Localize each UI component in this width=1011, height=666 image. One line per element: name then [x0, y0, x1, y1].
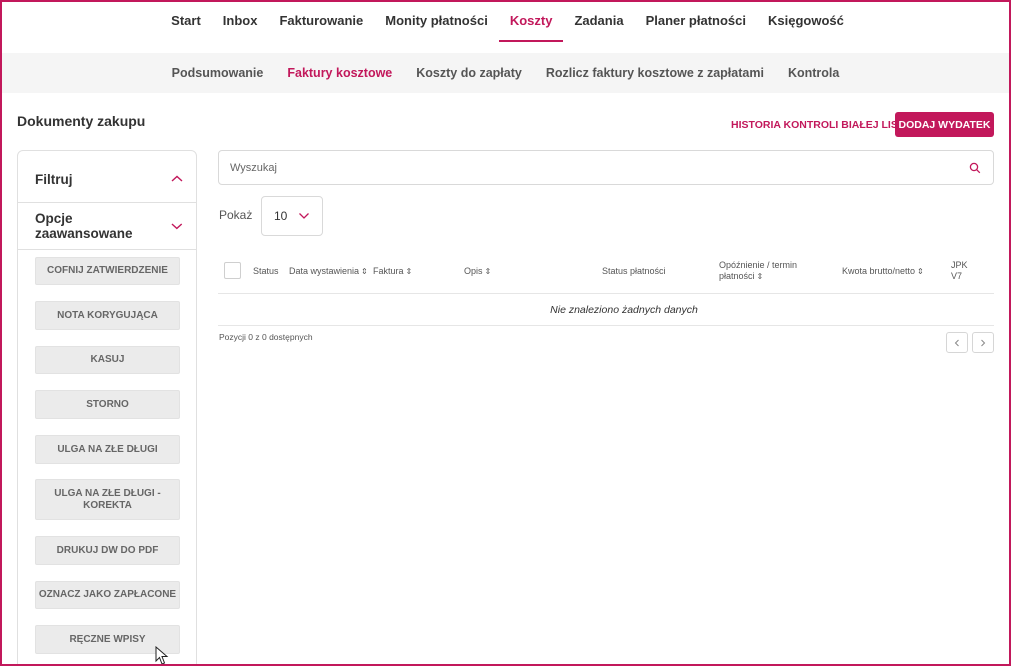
prev-page-button[interactable] — [946, 332, 968, 353]
column-description[interactable]: Opis ⇕ — [464, 266, 491, 277]
undo-approval-button[interactable]: COFNIJ ZATWIERDZENIE — [35, 257, 180, 285]
top-nav-start[interactable]: Start — [160, 2, 212, 40]
column-invoice[interactable]: Faktura ⇕ — [373, 266, 412, 277]
top-nav-inbox[interactable]: Inbox — [212, 2, 269, 40]
select-all-checkbox[interactable] — [224, 262, 241, 279]
top-nav-zadania[interactable]: Zadania — [563, 2, 634, 40]
chevron-down-icon — [299, 213, 309, 219]
chevron-right-icon — [981, 339, 986, 346]
add-expense-button[interactable]: DODAJ WYDATEK — [895, 112, 994, 137]
top-nav-monity-platnosci[interactable]: Monity płatności — [374, 2, 499, 40]
search-icon[interactable] — [969, 162, 981, 174]
sort-icon: ⇕ — [756, 272, 764, 281]
sort-icon: ⇕ — [361, 267, 368, 276]
sub-nav-kontrola[interactable]: Kontrola — [776, 66, 851, 80]
storno-button[interactable]: STORNO — [35, 390, 180, 419]
page-size-value: 10 — [274, 209, 288, 223]
sort-icon: ⇕ — [405, 267, 413, 276]
page-size-select[interactable]: 10 — [261, 196, 323, 236]
mouse-cursor-icon — [155, 646, 169, 665]
mark-as-paid-button[interactable]: OZNACZ JAKO ZAPŁACONE — [35, 581, 180, 609]
sort-icon: ⇕ — [917, 267, 924, 276]
chevron-up-icon — [171, 175, 183, 182]
sort-icon: ⇕ — [484, 267, 492, 276]
top-nav: Start Inbox Fakturowanie Monity płatnośc… — [2, 2, 1009, 53]
page-title: Dokumenty zakupu — [17, 113, 146, 129]
chevron-left-icon — [954, 339, 959, 346]
top-nav-koszty[interactable]: Koszty — [498, 2, 564, 42]
column-delay[interactable]: Opóźnienie / termin płatności ⇕ — [719, 260, 797, 282]
top-nav-fakturowanie[interactable]: Fakturowanie — [268, 2, 374, 40]
delete-button[interactable]: KASUJ — [35, 346, 180, 374]
table-row: Nie znaleziono żadnych danych — [218, 295, 994, 326]
correction-note-button[interactable]: NOTA KORYGUJĄCA — [35, 301, 180, 330]
position-info: Pozycji 0 z 0 dostępnych — [219, 332, 313, 342]
bad-debt-relief-button[interactable]: ULGA NA ZŁE DŁUGI — [35, 435, 180, 464]
sub-nav-faktury-kosztowe[interactable]: Faktury kosztowe — [275, 66, 404, 80]
print-dw-pdf-button[interactable]: DRUKUJ DW DO PDF — [35, 536, 180, 565]
sub-nav: Podsumowanie Faktury kosztowe Koszty do … — [2, 53, 1009, 93]
empty-message: Nie znaleziono żadnych danych — [550, 304, 698, 316]
sub-nav-podsumowanie[interactable]: Podsumowanie — [160, 66, 276, 80]
filter-toggle[interactable]: Filtruj — [18, 156, 196, 203]
column-amount[interactable]: Kwota brutto/netto ⇕ — [842, 266, 924, 277]
table-header: Status Data wystawienia ⇕ Faktura ⇕ Opis ⇕ … — [218, 250, 994, 294]
sub-nav-koszty-do-zaplaty[interactable]: Koszty do zapłaty — [404, 66, 534, 80]
column-jpk[interactable]: JPK V7 — [951, 260, 968, 282]
column-date[interactable]: Data wystawienia ⇕ — [289, 266, 368, 277]
advanced-options-toggle[interactable]: Opcje zaawansowane — [18, 203, 196, 250]
column-payment-status[interactable]: Status płatności — [602, 266, 666, 277]
chevron-down-icon — [171, 223, 183, 230]
sub-nav-rozlicz-faktury[interactable]: Rozlicz faktury kosztowe z zapłatami — [534, 66, 776, 80]
page-size-label: Pokaż — [219, 208, 253, 222]
filter-sidebar: Filtruj Opcje zaawansowane COFNIJ ZATWIE… — [17, 150, 197, 666]
search-box — [218, 150, 994, 185]
column-status[interactable]: Status — [253, 266, 279, 277]
advanced-options-label: Opcje zaawansowane — [35, 211, 133, 241]
bad-debt-relief-correction-button[interactable]: ULGA NA ZŁE DŁUGI - KOREKTA — [35, 479, 180, 520]
top-nav-planer-platnosci[interactable]: Planer płatności — [635, 2, 757, 40]
next-page-button[interactable] — [972, 332, 994, 353]
search-input[interactable] — [230, 161, 930, 174]
filter-label: Filtruj — [35, 171, 73, 187]
history-whitelist-link[interactable]: HISTORIA KONTROLI BIAŁEJ LISTY — [731, 119, 911, 131]
top-nav-ksiegowosc[interactable]: Księgowość — [757, 2, 855, 40]
